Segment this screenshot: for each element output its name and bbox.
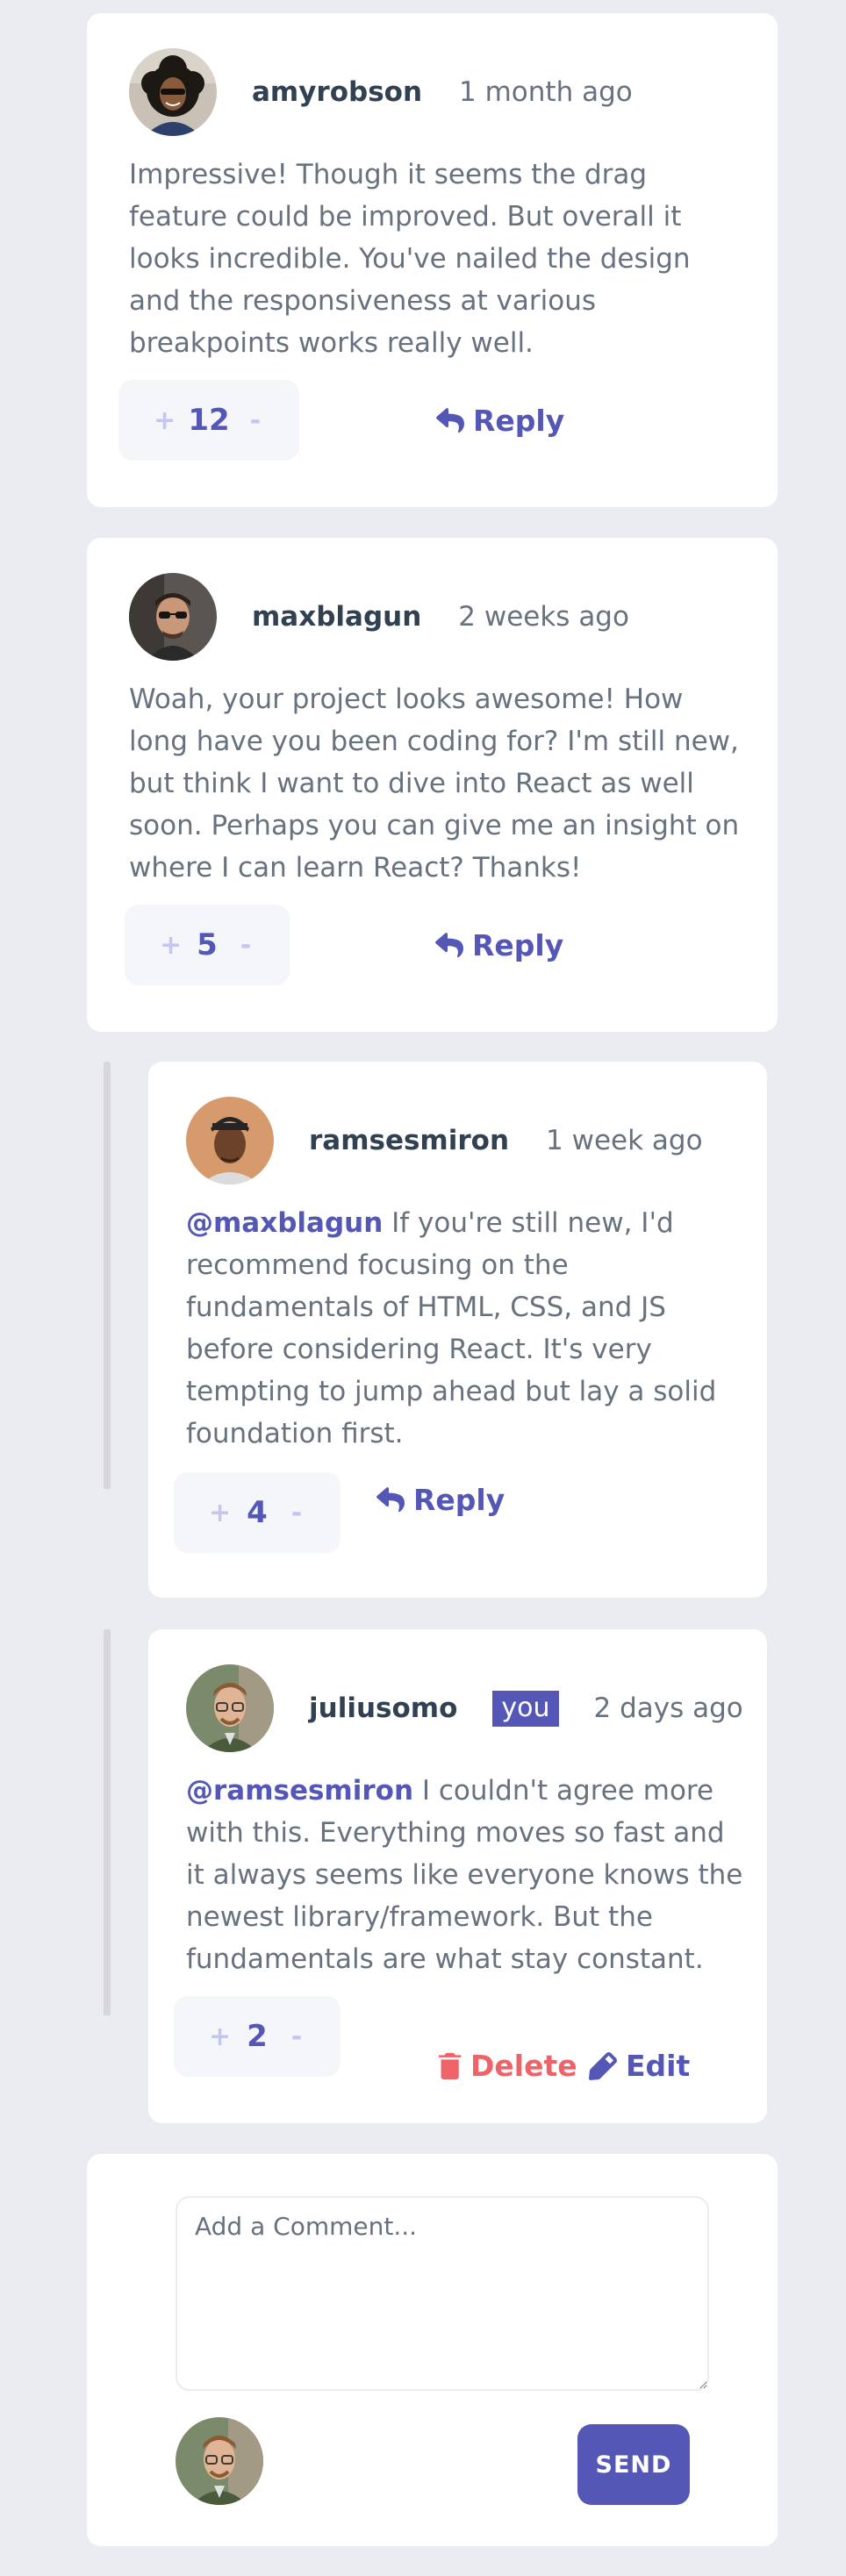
avatar xyxy=(186,1664,274,1752)
downvote-button[interactable]: - xyxy=(247,405,264,436)
current-user-avatar xyxy=(176,2417,263,2505)
reply-card: juliusomo you 2 days ago @ramsesmiron I … xyxy=(148,1629,767,2123)
reply-label: Reply xyxy=(472,928,564,962)
vote-counter: + 4 - xyxy=(174,1472,341,1553)
vote-score: 5 xyxy=(197,927,218,962)
username: juliusomo xyxy=(309,1692,458,1724)
comment-header: maxblagun 2 weeks ago xyxy=(129,573,629,661)
username: amyrobson xyxy=(252,76,423,108)
comment-text: @ramsesmiron I couldn't agree more with … xyxy=(186,1770,748,1980)
reply-arrow-icon xyxy=(436,407,464,433)
comment-input[interactable] xyxy=(176,2196,709,2391)
comment-header: juliusomo you 2 days ago xyxy=(186,1664,743,1752)
mention-link[interactable]: @maxblagun xyxy=(186,1207,383,1239)
thread-line xyxy=(104,1629,111,2015)
edit-button[interactable]: Edit xyxy=(589,2049,690,2083)
comment-text: @maxblagun If you're still new, I'd reco… xyxy=(186,1202,748,1455)
pencil-icon xyxy=(589,2051,617,2080)
timestamp: 1 week ago xyxy=(546,1125,703,1156)
add-comment-form: SEND xyxy=(87,2154,778,2546)
comment-text: Woah, your project looks awesome! How lo… xyxy=(129,683,740,884)
reply-button[interactable]: Reply xyxy=(435,928,563,962)
reply-text: If you're still new, I'd recommend focus… xyxy=(186,1207,717,1449)
avatar xyxy=(186,1097,274,1184)
avatar xyxy=(129,48,217,136)
vote-counter: + 5 - xyxy=(125,905,290,985)
comment-text: Impressive! Though it seems the drag fea… xyxy=(129,159,691,359)
timestamp: 2 weeks ago xyxy=(458,601,629,633)
timestamp: 2 days ago xyxy=(593,1692,743,1724)
reply-arrow-icon xyxy=(435,932,463,957)
upvote-button[interactable]: + xyxy=(154,405,176,436)
comment-header: amyrobson 1 month ago xyxy=(129,48,633,136)
comments-page: amyrobson 1 month ago Impressive! Though… xyxy=(0,0,846,2576)
vote-score: 4 xyxy=(247,1495,268,1530)
you-badge: you xyxy=(492,1690,559,1727)
timestamp: 1 month ago xyxy=(459,76,633,108)
reply-label: Reply xyxy=(473,404,565,438)
vote-score: 2 xyxy=(247,2019,268,2054)
reply-card: ramsesmiron 1 week ago @maxblagun If you… xyxy=(148,1062,767,1598)
send-button[interactable]: SEND xyxy=(577,2424,690,2505)
reply-label: Reply xyxy=(413,1483,505,1517)
avatar xyxy=(129,573,217,661)
thread-line xyxy=(104,1062,111,1489)
mention-link[interactable]: @ramsesmiron xyxy=(186,1775,413,1807)
delete-label: Delete xyxy=(470,2049,577,2083)
upvote-button[interactable]: + xyxy=(160,930,182,961)
downvote-button[interactable]: - xyxy=(288,1498,305,1528)
edit-label: Edit xyxy=(626,2049,691,2083)
comment-card: amyrobson 1 month ago Impressive! Though… xyxy=(87,13,778,507)
comment-header: ramsesmiron 1 week ago xyxy=(186,1097,703,1184)
delete-button[interactable]: Delete xyxy=(439,2049,577,2083)
downvote-button[interactable]: - xyxy=(288,2021,305,2052)
username: maxblagun xyxy=(252,601,422,633)
username: ramsesmiron xyxy=(309,1125,510,1156)
upvote-button[interactable]: + xyxy=(209,2021,231,2052)
downvote-button[interactable]: - xyxy=(237,930,255,961)
vote-counter: + 2 - xyxy=(174,1996,341,2077)
reply-arrow-icon xyxy=(376,1486,405,1512)
vote-counter: + 12 - xyxy=(118,380,299,461)
upvote-button[interactable]: + xyxy=(209,1498,231,1528)
vote-score: 12 xyxy=(188,403,230,438)
trash-icon xyxy=(439,2052,462,2079)
reply-button[interactable]: Reply xyxy=(376,1483,505,1517)
comment-card: maxblagun 2 weeks ago Woah, your project… xyxy=(87,538,778,1032)
reply-button[interactable]: Reply xyxy=(436,404,564,438)
